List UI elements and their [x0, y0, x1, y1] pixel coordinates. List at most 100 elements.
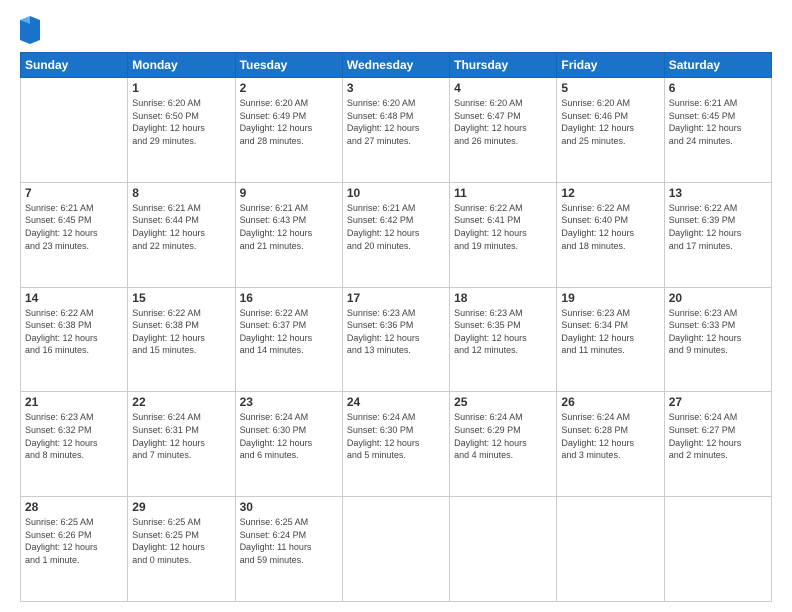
- day-number: 14: [25, 291, 123, 305]
- day-info: Sunrise: 6:24 AM Sunset: 6:28 PM Dayligh…: [561, 411, 659, 461]
- calendar-cell: 4 Sunrise: 6:20 AM Sunset: 6:47 PM Daylig…: [450, 78, 557, 183]
- week-row-1: 1Sunrise: 6:20 AM Sunset: 6:50 PM Daylig…: [21, 78, 772, 183]
- calendar-cell: [557, 497, 664, 602]
- day-info: Sunrise: 6:24 AM Sunset: 6:30 PM Dayligh…: [240, 411, 338, 461]
- day-info: Sunrise: 6:20 AM Sunset: 6:49 PM Dayligh…: [240, 97, 338, 147]
- week-row-5: 28 Sunrise: 6:25 AM Sunset: 6:26 PM Dayli…: [21, 497, 772, 602]
- calendar-cell: 3 Sunrise: 6:20 AM Sunset: 6:48 PM Daylig…: [342, 78, 449, 183]
- day-number: 25: [454, 395, 552, 409]
- calendar-cell: 27 Sunrise: 6:24 AM Sunset: 6:27 PM Dayli…: [664, 392, 771, 497]
- calendar-cell: 24 Sunrise: 6:24 AM Sunset: 6:30 PM Dayli…: [342, 392, 449, 497]
- day-number: 27: [669, 395, 767, 409]
- weekday-header-wednesday: Wednesday: [342, 53, 449, 78]
- calendar-cell: [342, 497, 449, 602]
- day-info: Sunrise: 6:20 AM Sunset: 6:48 PM Dayligh…: [347, 97, 445, 147]
- day-info: Sunrise: 6:22 AM Sunset: 6:40 PM Dayligh…: [561, 202, 659, 252]
- week-row-2: 7 Sunrise: 6:21 AM Sunset: 6:45 PM Daylig…: [21, 182, 772, 287]
- day-info: Sunrise: 6:20 AM Sunset: 6:46 PM Dayligh…: [561, 97, 659, 147]
- calendar-cell: 25 Sunrise: 6:24 AM Sunset: 6:29 PM Dayli…: [450, 392, 557, 497]
- day-info: Sunrise: 6:21 AM Sunset: 6:44 PM Dayligh…: [132, 202, 230, 252]
- day-info: Sunrise: 6:22 AM Sunset: 6:38 PM Dayligh…: [132, 307, 230, 357]
- day-number: 1: [132, 81, 230, 95]
- calendar-cell: 12 Sunrise: 6:22 AM Sunset: 6:40 PM Dayli…: [557, 182, 664, 287]
- day-number: 24: [347, 395, 445, 409]
- weekday-header-sunday: Sunday: [21, 53, 128, 78]
- day-number: 3: [347, 81, 445, 95]
- calendar-cell: 11 Sunrise: 6:22 AM Sunset: 6:41 PM Dayli…: [450, 182, 557, 287]
- day-number: 18: [454, 291, 552, 305]
- calendar-cell: 30 Sunrise: 6:25 AM Sunset: 6:24 PM Dayli…: [235, 497, 342, 602]
- day-number: 8: [132, 186, 230, 200]
- calendar-cell: 8 Sunrise: 6:21 AM Sunset: 6:44 PM Daylig…: [128, 182, 235, 287]
- calendar-cell: 28 Sunrise: 6:25 AM Sunset: 6:26 PM Dayli…: [21, 497, 128, 602]
- calendar-cell: 2 Sunrise: 6:20 AM Sunset: 6:49 PM Daylig…: [235, 78, 342, 183]
- day-number: 4: [454, 81, 552, 95]
- calendar-cell: 17 Sunrise: 6:23 AM Sunset: 6:36 PM Dayli…: [342, 287, 449, 392]
- day-number: 7: [25, 186, 123, 200]
- calendar-cell: 9Sunrise: 6:21 AM Sunset: 6:43 PM Daylig…: [235, 182, 342, 287]
- calendar-cell: [450, 497, 557, 602]
- calendar-cell: 16Sunrise: 6:22 AM Sunset: 6:37 PM Dayli…: [235, 287, 342, 392]
- day-info: Sunrise: 6:23 AM Sunset: 6:33 PM Dayligh…: [669, 307, 767, 357]
- day-info: Sunrise: 6:21 AM Sunset: 6:45 PM Dayligh…: [25, 202, 123, 252]
- day-number: 13: [669, 186, 767, 200]
- day-number: 6: [669, 81, 767, 95]
- calendar-cell: [21, 78, 128, 183]
- day-number: 29: [132, 500, 230, 514]
- calendar-table: SundayMondayTuesdayWednesdayThursdayFrid…: [20, 52, 772, 602]
- day-info: Sunrise: 6:25 AM Sunset: 6:24 PM Dayligh…: [240, 516, 338, 566]
- day-number: 22: [132, 395, 230, 409]
- day-info: Sunrise: 6:25 AM Sunset: 6:26 PM Dayligh…: [25, 516, 123, 566]
- day-info: Sunrise: 6:24 AM Sunset: 6:30 PM Dayligh…: [347, 411, 445, 461]
- day-info: Sunrise: 6:24 AM Sunset: 6:31 PM Dayligh…: [132, 411, 230, 461]
- weekday-header-friday: Friday: [557, 53, 664, 78]
- day-info: Sunrise: 6:23 AM Sunset: 6:34 PM Dayligh…: [561, 307, 659, 357]
- calendar-cell: 5Sunrise: 6:20 AM Sunset: 6:46 PM Daylig…: [557, 78, 664, 183]
- day-info: Sunrise: 6:23 AM Sunset: 6:35 PM Dayligh…: [454, 307, 552, 357]
- calendar-cell: 22 Sunrise: 6:24 AM Sunset: 6:31 PM Dayli…: [128, 392, 235, 497]
- day-number: 19: [561, 291, 659, 305]
- header: [20, 16, 772, 44]
- day-number: 16: [240, 291, 338, 305]
- day-number: 21: [25, 395, 123, 409]
- day-number: 12: [561, 186, 659, 200]
- calendar-cell: 13Sunrise: 6:22 AM Sunset: 6:39 PM Dayli…: [664, 182, 771, 287]
- day-info: Sunrise: 6:24 AM Sunset: 6:29 PM Dayligh…: [454, 411, 552, 461]
- calendar-cell: [664, 497, 771, 602]
- week-row-3: 14 Sunrise: 6:22 AM Sunset: 6:38 PM Dayli…: [21, 287, 772, 392]
- day-number: 30: [240, 500, 338, 514]
- calendar-cell: 14 Sunrise: 6:22 AM Sunset: 6:38 PM Dayli…: [21, 287, 128, 392]
- calendar-cell: 7 Sunrise: 6:21 AM Sunset: 6:45 PM Daylig…: [21, 182, 128, 287]
- calendar-cell: 21 Sunrise: 6:23 AM Sunset: 6:32 PM Dayli…: [21, 392, 128, 497]
- weekday-header-monday: Monday: [128, 53, 235, 78]
- calendar-cell: 10 Sunrise: 6:21 AM Sunset: 6:42 PM Dayli…: [342, 182, 449, 287]
- weekday-header-tuesday: Tuesday: [235, 53, 342, 78]
- day-number: 11: [454, 186, 552, 200]
- day-info: Sunrise: 6:23 AM Sunset: 6:36 PM Dayligh…: [347, 307, 445, 357]
- logo: [20, 16, 44, 44]
- page: SundayMondayTuesdayWednesdayThursdayFrid…: [0, 0, 792, 612]
- day-info: Sunrise: 6:25 AM Sunset: 6:25 PM Dayligh…: [132, 516, 230, 566]
- day-number: 10: [347, 186, 445, 200]
- weekday-header-saturday: Saturday: [664, 53, 771, 78]
- calendar-cell: 6Sunrise: 6:21 AM Sunset: 6:45 PM Daylig…: [664, 78, 771, 183]
- day-number: 26: [561, 395, 659, 409]
- day-number: 28: [25, 500, 123, 514]
- day-number: 17: [347, 291, 445, 305]
- calendar-cell: 26 Sunrise: 6:24 AM Sunset: 6:28 PM Dayli…: [557, 392, 664, 497]
- day-info: Sunrise: 6:21 AM Sunset: 6:42 PM Dayligh…: [347, 202, 445, 252]
- day-number: 23: [240, 395, 338, 409]
- day-info: Sunrise: 6:24 AM Sunset: 6:27 PM Dayligh…: [669, 411, 767, 461]
- day-info: Sunrise: 6:22 AM Sunset: 6:41 PM Dayligh…: [454, 202, 552, 252]
- day-info: Sunrise: 6:23 AM Sunset: 6:32 PM Dayligh…: [25, 411, 123, 461]
- calendar-cell: 1Sunrise: 6:20 AM Sunset: 6:50 PM Daylig…: [128, 78, 235, 183]
- calendar-cell: 19 Sunrise: 6:23 AM Sunset: 6:34 PM Dayli…: [557, 287, 664, 392]
- day-info: Sunrise: 6:20 AM Sunset: 6:47 PM Dayligh…: [454, 97, 552, 147]
- day-info: Sunrise: 6:22 AM Sunset: 6:38 PM Dayligh…: [25, 307, 123, 357]
- logo-icon: [20, 16, 40, 44]
- calendar-cell: 15 Sunrise: 6:22 AM Sunset: 6:38 PM Dayli…: [128, 287, 235, 392]
- weekday-header-row: SundayMondayTuesdayWednesdayThursdayFrid…: [21, 53, 772, 78]
- day-number: 2: [240, 81, 338, 95]
- weekday-header-thursday: Thursday: [450, 53, 557, 78]
- day-number: 15: [132, 291, 230, 305]
